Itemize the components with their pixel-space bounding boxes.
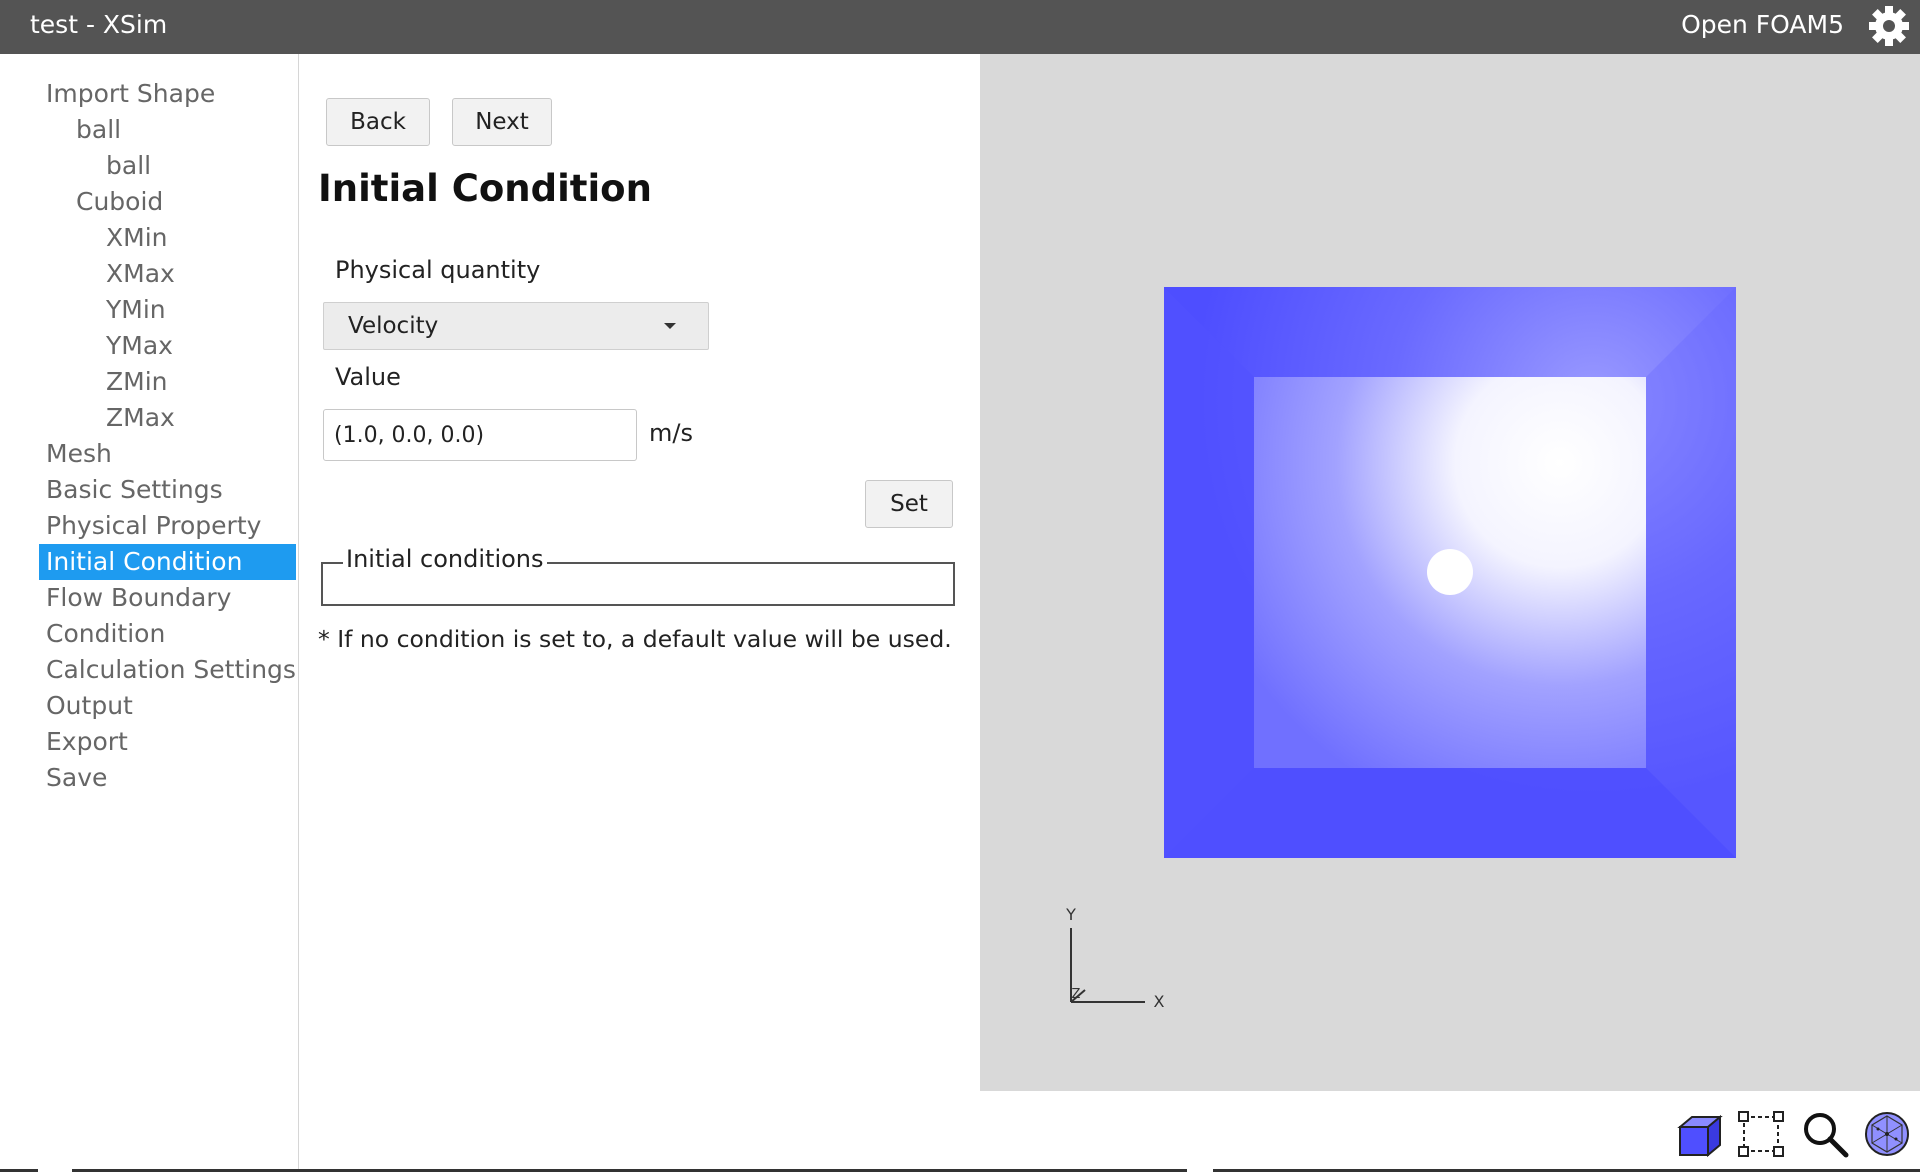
sidebar-item-import-shape[interactable]: Import Shape (0, 76, 298, 112)
physical-quantity-label: Physical quantity (335, 256, 541, 284)
initial-conditions-legend: Initial conditions (343, 545, 547, 573)
ball-shape (1427, 549, 1473, 595)
settings-panel: Back Next Initial Condition Physical qua… (299, 54, 979, 1172)
value-unit: m/s (649, 419, 693, 447)
title-bar: test - XSim Open FOAM5 (0, 0, 1920, 54)
value-label: Value (335, 363, 401, 391)
sidebar-item-flow-boundary[interactable]: Flow Boundary (0, 580, 298, 616)
3d-view-icon[interactable] (1674, 1109, 1724, 1159)
sidebar-item-initial-condition[interactable]: Initial Condition (39, 544, 296, 580)
window-title: test - XSim (30, 10, 168, 39)
sidebar-nav: Import Shape ball ball Cuboid XMin XMax YMin YM… (0, 76, 298, 796)
sidebar-item-output[interactable]: Output (0, 688, 298, 724)
sidebar-item-condition[interactable]: Condition (0, 616, 298, 652)
view-toolbar (980, 1091, 1920, 1172)
sidebar-item-xmin[interactable]: XMin (0, 220, 298, 256)
sidebar-item-export[interactable]: Export (0, 724, 298, 760)
gear-icon[interactable] (1868, 5, 1910, 47)
physical-quantity-value: Velocity (348, 313, 439, 339)
sidebar-item-xmax[interactable]: XMax (0, 256, 298, 292)
chevron-down-icon (664, 323, 676, 329)
page-title: Initial Condition (318, 167, 652, 210)
axis-x-label: X (1154, 992, 1165, 1011)
axis-triad (1070, 928, 1145, 1003)
solver-name: Open FOAM5 (1681, 10, 1844, 39)
sidebar-item-physical-property[interactable]: Physical Property (0, 508, 298, 544)
sidebar-item-ball[interactable]: ball (0, 112, 298, 148)
axis-z-label: Z (1072, 987, 1081, 1002)
sidebar-item-basic-settings[interactable]: Basic Settings (0, 472, 298, 508)
axis-y-label: Y (1065, 905, 1076, 924)
sidebar-item-cuboid[interactable]: Cuboid (0, 184, 298, 220)
sidebar-item-ymax[interactable]: YMax (0, 328, 298, 364)
sidebar-item-mesh[interactable]: Mesh (0, 436, 298, 472)
physical-quantity-select[interactable]: Velocity (323, 302, 709, 350)
sidebar-item-calculation-settings[interactable]: Calculation Settings (0, 652, 298, 688)
sidebar-item-ball[interactable]: ball (0, 148, 298, 184)
next-button[interactable]: Next (452, 98, 552, 146)
initial-conditions-list: Initial conditions (321, 545, 955, 606)
selection-box-icon[interactable] (1736, 1109, 1786, 1159)
sidebar: Import Shape ball ball Cuboid XMin XMax YMin YM… (0, 54, 299, 1172)
mesh-sphere-icon[interactable] (1862, 1109, 1912, 1159)
sidebar-item-zmin[interactable]: ZMin (0, 364, 298, 400)
set-button[interactable]: Set (865, 480, 953, 528)
value-input[interactable] (323, 409, 637, 461)
default-value-note: * If no condition is set to, a default v… (318, 625, 952, 653)
3d-viewport[interactable]: Y X Z (980, 54, 1920, 1091)
sidebar-item-save[interactable]: Save (0, 760, 298, 796)
back-button[interactable]: Back (326, 98, 430, 146)
zoom-icon[interactable] (1800, 1109, 1850, 1159)
sidebar-item-ymin[interactable]: YMin (0, 292, 298, 328)
sidebar-item-zmax[interactable]: ZMax (0, 400, 298, 436)
